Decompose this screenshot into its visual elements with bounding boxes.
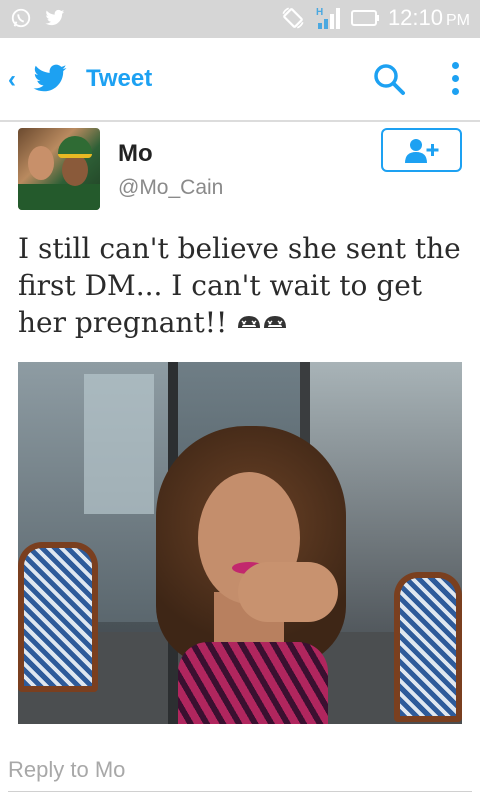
system-icons: H 12:10 PM <box>280 5 470 31</box>
author-name[interactable]: Mo <box>118 140 153 168</box>
overflow-menu-icon[interactable] <box>448 62 462 98</box>
network-type-label: H <box>316 7 323 18</box>
page-title: Tweet <box>86 65 153 92</box>
tweet-photo[interactable] <box>18 362 462 724</box>
follow-button[interactable] <box>381 128 462 172</box>
author-handle[interactable]: @Mo_Cain <box>118 176 223 200</box>
app-bar: ‹ Tweet <box>0 38 480 122</box>
grinning-face-icon <box>264 316 287 330</box>
back-chevron-icon[interactable]: ‹ <box>8 66 16 94</box>
grinning-face-icon <box>238 316 261 330</box>
twitter-icon <box>45 9 65 26</box>
add-user-icon <box>405 139 439 163</box>
notification-icons <box>10 7 66 29</box>
clock: 12:10 PM <box>388 5 470 31</box>
twitter-bird-icon[interactable] <box>30 61 70 97</box>
search-icon[interactable] <box>372 62 406 96</box>
clock-ampm: PM <box>446 12 470 29</box>
signal-icon: H <box>316 7 340 29</box>
clock-time: 12:10 <box>387 5 443 30</box>
whatsapp-icon <box>11 8 31 28</box>
rotate-icon <box>282 7 304 29</box>
reply-input[interactable] <box>8 748 472 792</box>
battery-icon <box>350 10 379 26</box>
reply-bar <box>0 740 480 800</box>
avatar[interactable] <box>18 128 100 210</box>
tweet-text: I still can't believe she sent the first… <box>18 230 468 341</box>
status-bar: H 12:10 PM <box>0 0 480 38</box>
